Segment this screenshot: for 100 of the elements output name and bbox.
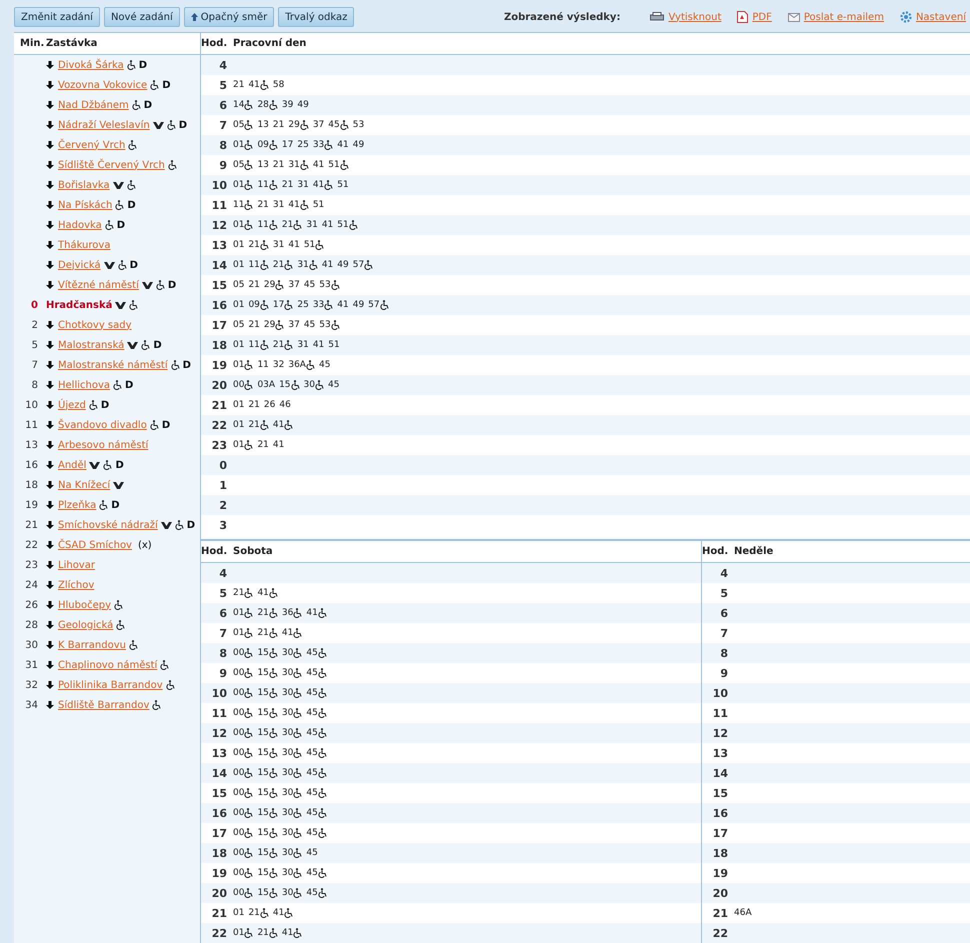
stop-link[interactable]: Újezd bbox=[58, 400, 86, 410]
wheelchair-icon bbox=[340, 120, 349, 130]
wheelchair-icon bbox=[348, 220, 358, 230]
departure-time: 21 bbox=[248, 280, 260, 290]
stop-link[interactable]: Nádraží Veleslavín bbox=[58, 120, 150, 130]
wheelchair-icon bbox=[244, 808, 254, 818]
departure-time: 00 bbox=[233, 748, 254, 758]
toolbar-link[interactable]: Poslat e-mailem bbox=[788, 12, 884, 22]
toolbar-link[interactable]: Vytisknout bbox=[650, 12, 722, 22]
hour-cell-text: 15 bbox=[210, 786, 228, 800]
wheelchair-icon bbox=[293, 768, 302, 778]
departure-time: 30 bbox=[282, 648, 302, 658]
toolbar-link[interactable]: PDF bbox=[737, 11, 772, 23]
down-arrow-icon bbox=[46, 701, 54, 709]
wheelchair-icon bbox=[380, 300, 389, 310]
departure-time: 57 bbox=[368, 300, 389, 310]
stop-link[interactable]: Červený Vrch bbox=[58, 140, 126, 150]
wheelchair-icon bbox=[244, 180, 254, 190]
stop-link[interactable]: Geologická bbox=[58, 620, 114, 630]
stop-link[interactable]: Malostranské náměstí bbox=[58, 360, 168, 370]
down-arrow-icon bbox=[46, 241, 54, 249]
stop-link[interactable]: Sídliště Barrandov bbox=[58, 700, 150, 710]
stop-link[interactable]: Švandovo divadlo bbox=[58, 420, 147, 430]
minutes-cell-text: 8 bbox=[30, 380, 39, 390]
stop-link[interactable]: Bořislavka bbox=[58, 180, 110, 190]
wheelchair-icon bbox=[364, 260, 374, 270]
wheelchair-icon bbox=[293, 748, 302, 758]
wheelchair-icon bbox=[318, 688, 327, 698]
hour-cell-text: 19 bbox=[712, 866, 729, 880]
stop-link[interactable]: Poliklinika Barrandov bbox=[58, 680, 163, 690]
stop-note: D bbox=[125, 380, 134, 390]
hour-cell-text: 18 bbox=[712, 846, 729, 860]
stop-link[interactable]: Hlubočepy bbox=[58, 600, 112, 610]
stop-link[interactable]: Vozovna Vokovice bbox=[58, 80, 148, 90]
minutes-cell-text: 34 bbox=[24, 700, 39, 710]
stop-link[interactable]: Zlíchov bbox=[58, 580, 94, 590]
stop-link[interactable]: Anděl bbox=[58, 460, 86, 470]
toolbar-button[interactable]: Trvalý odkaz bbox=[278, 7, 354, 27]
stop-link[interactable]: Hadovka bbox=[58, 220, 102, 230]
stop-link[interactable]: Hellichova bbox=[58, 380, 110, 390]
departure-time: 31 bbox=[297, 260, 318, 270]
minutes-cell-text: 10 bbox=[24, 400, 39, 410]
toolbar-link[interactable]: Nastavení bbox=[900, 11, 966, 23]
current-stop: Hradčanská bbox=[46, 300, 112, 310]
stop-link[interactable]: Na Knížecí bbox=[58, 480, 110, 490]
wheelchair-icon bbox=[284, 908, 294, 918]
wheelchair-icon bbox=[324, 300, 334, 310]
departure-time: 45 bbox=[306, 828, 327, 838]
stop-link[interactable]: Arbesovo náměstí bbox=[58, 440, 148, 450]
departure-time: 03A bbox=[257, 380, 276, 390]
down-arrow-icon bbox=[46, 421, 54, 429]
departure-time: 53 bbox=[319, 320, 340, 330]
stop-note: D bbox=[138, 60, 148, 70]
departure-time: 33 bbox=[312, 300, 334, 310]
wheelchair-icon bbox=[268, 220, 278, 230]
departure-time: 41 bbox=[288, 200, 309, 210]
stop-link[interactable]: Chotkovy sady bbox=[58, 320, 132, 330]
stop-link[interactable]: ČSAD Smíchov bbox=[58, 540, 132, 550]
departure-time: 00 bbox=[233, 828, 254, 838]
departure-time: 53 bbox=[352, 120, 364, 130]
toolbar-button[interactable]: Opačný směr bbox=[184, 7, 274, 27]
stop-link[interactable]: Divoká Šárka bbox=[58, 60, 124, 70]
hour-cell-text: 17 bbox=[210, 826, 228, 840]
stop-link[interactable]: Malostranská bbox=[58, 340, 124, 350]
hour-cell-text: 11 bbox=[210, 198, 228, 212]
wheelchair-icon bbox=[293, 868, 302, 878]
departure-time: 30 bbox=[282, 888, 302, 898]
departure-time: 45 bbox=[306, 748, 327, 758]
departure-time: 09 bbox=[257, 140, 278, 150]
departure-time: 46 bbox=[279, 400, 291, 410]
stop-link[interactable]: Chaplinovo náměstí bbox=[58, 660, 158, 670]
departure-time: 21 bbox=[257, 628, 278, 638]
wheelchair-icon bbox=[318, 748, 327, 758]
departure-time: 45 bbox=[306, 868, 327, 878]
minutes-cell-text: 22 bbox=[24, 540, 39, 550]
departure-time: 21 bbox=[272, 260, 294, 270]
stop-link[interactable]: Thákurova bbox=[58, 240, 110, 250]
toolbar-button[interactable]: Nové zadání bbox=[104, 7, 180, 27]
wheelchair-icon bbox=[244, 648, 254, 658]
departure-time: 41 bbox=[282, 928, 302, 938]
stop-link[interactable]: Plzeňka bbox=[58, 500, 96, 510]
departure-time: 49 bbox=[352, 300, 364, 310]
stop-link[interactable]: Dejvická bbox=[58, 260, 101, 270]
departure-time: 15 bbox=[257, 848, 278, 858]
wheelchair-icon bbox=[293, 220, 302, 230]
stop-link[interactable]: K Barrandovu bbox=[58, 640, 126, 650]
stop-link[interactable]: Lihovar bbox=[58, 560, 95, 570]
wheelchair-icon bbox=[275, 320, 284, 330]
hour-cell-text: 8 bbox=[218, 646, 228, 660]
column-header: Zastávka bbox=[46, 38, 98, 49]
stop-link[interactable]: Vítězné náměstí bbox=[58, 280, 139, 290]
stop-link[interactable]: Na Pískách bbox=[58, 200, 112, 210]
wheelchair-icon bbox=[293, 728, 302, 738]
wheelchair-icon bbox=[244, 160, 254, 170]
stop-link[interactable]: Sídliště Červený Vrch bbox=[58, 160, 165, 170]
stop-link[interactable]: Nad Džbánem bbox=[58, 100, 129, 110]
stop-note: D bbox=[162, 420, 170, 430]
departure-time: 15 bbox=[279, 380, 300, 390]
stop-link[interactable]: Smíchovské nádraží bbox=[58, 520, 158, 530]
toolbar-button[interactable]: Změnit zadání bbox=[14, 7, 100, 27]
